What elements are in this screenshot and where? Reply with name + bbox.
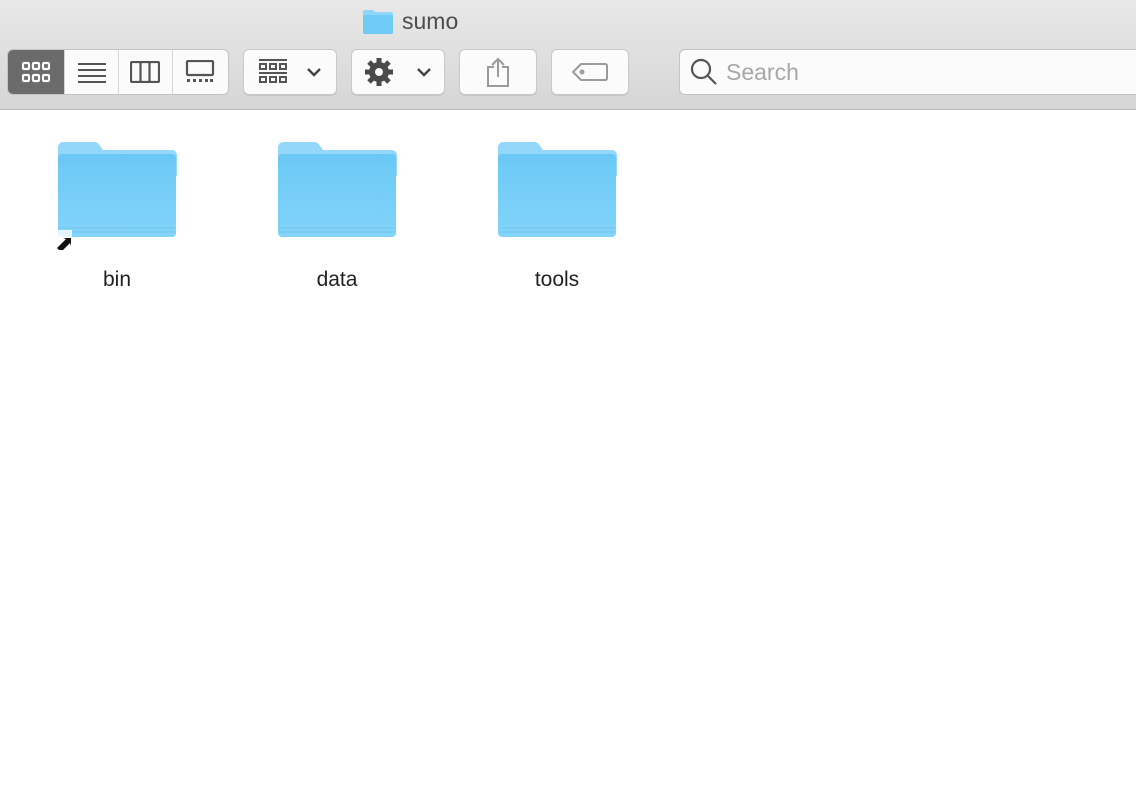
column-view-button[interactable] xyxy=(119,50,173,94)
share-button[interactable] xyxy=(459,49,537,95)
folder-item-data[interactable]: data xyxy=(262,140,412,292)
chevron-down-icon xyxy=(307,68,321,77)
search-icon xyxy=(690,58,717,85)
folder-icon xyxy=(278,142,397,237)
gallery-view-button[interactable] xyxy=(173,50,228,94)
folder-name: data xyxy=(316,268,358,291)
window-title-text: sumo xyxy=(402,8,459,34)
folder-icon xyxy=(363,9,393,34)
action-button[interactable] xyxy=(351,49,445,95)
list-view-button[interactable] xyxy=(65,50,119,94)
folder-item-bin[interactable]: bin xyxy=(42,140,192,292)
search-input[interactable] xyxy=(726,58,1106,86)
folder-icon xyxy=(58,142,177,237)
search-field[interactable] xyxy=(679,49,1136,95)
icon-view-button[interactable] xyxy=(8,50,66,94)
chevron-down-icon xyxy=(417,68,431,77)
view-mode-segmented-control xyxy=(7,49,229,95)
window-title: sumo xyxy=(362,8,458,35)
toolbar: sumo xyxy=(0,0,1136,110)
group-grid-icon xyxy=(259,59,287,83)
gallery-icon xyxy=(186,60,215,82)
share-icon xyxy=(487,57,509,87)
grid-icon xyxy=(22,61,51,83)
columns-icon xyxy=(130,61,161,83)
folder-item-tools[interactable]: tools xyxy=(482,140,632,292)
folder-name: tools xyxy=(534,268,580,291)
alias-arrow-icon xyxy=(57,230,72,250)
tag-icon xyxy=(572,63,608,81)
folder-name: bin xyxy=(102,268,132,291)
group-by-button[interactable] xyxy=(243,49,337,95)
gear-icon xyxy=(365,58,393,86)
folder-icon xyxy=(498,142,617,237)
tag-button[interactable] xyxy=(551,49,629,95)
list-icon xyxy=(77,63,106,83)
